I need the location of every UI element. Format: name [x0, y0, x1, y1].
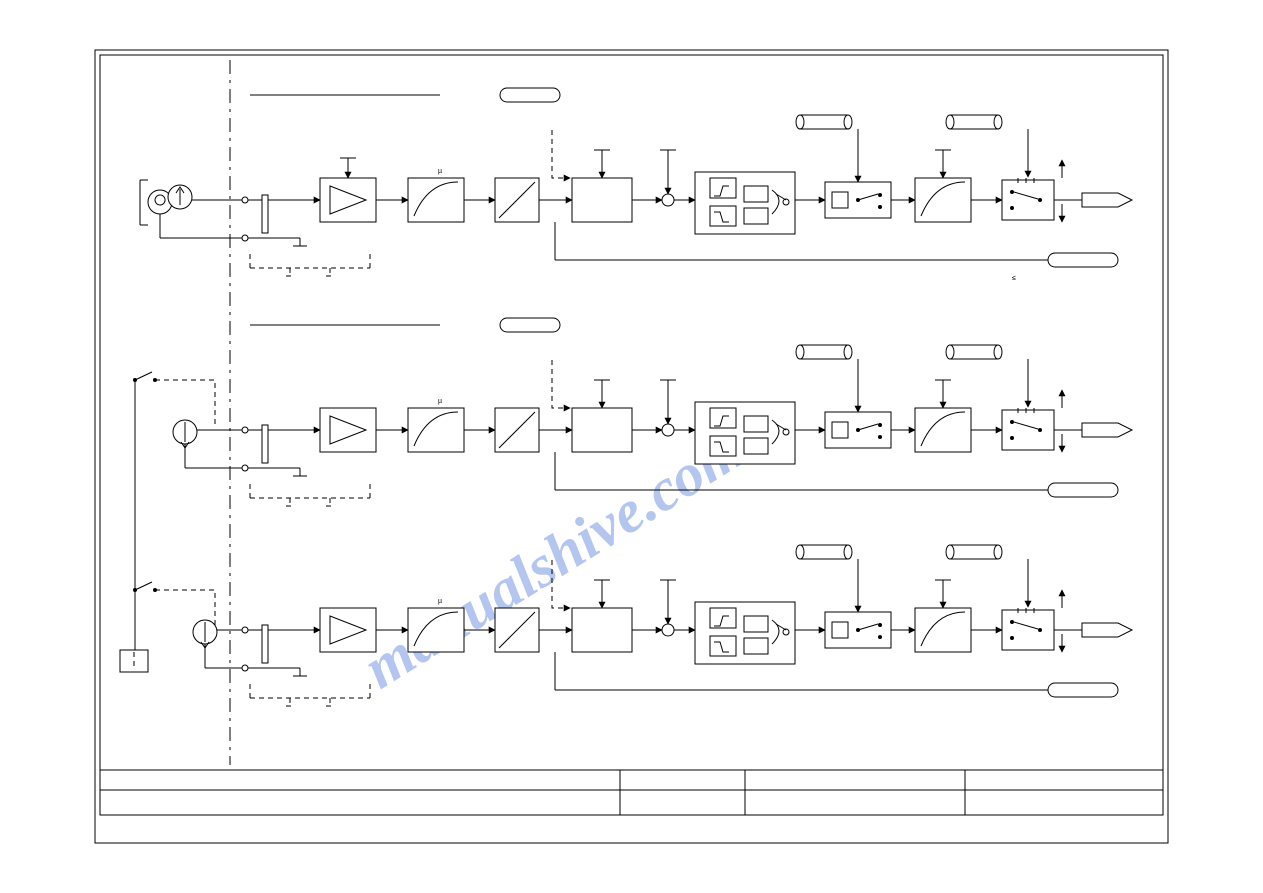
svg-text:µ: µ — [438, 398, 442, 405]
output-tag — [1082, 193, 1132, 207]
source-cyl-out — [946, 115, 1002, 129]
terminal-in-hi — [242, 197, 248, 203]
source-cyl-top — [796, 115, 852, 129]
chip-label — [500, 88, 560, 102]
hold-block — [572, 178, 632, 222]
status-note: ≤ — [1012, 275, 1016, 282]
amplifier-block — [320, 178, 376, 222]
channel-3: µ — [193, 545, 1132, 706]
svg-text:µ: µ — [438, 598, 442, 605]
schematic-canvas: manualshive.com µ — [0, 0, 1263, 893]
lowpass2-block — [915, 178, 971, 222]
status-pill — [1048, 253, 1118, 267]
terminal-in-lo — [242, 235, 248, 241]
output-switch-block — [1002, 180, 1054, 220]
sum-node — [662, 194, 674, 206]
lowpass-block — [408, 178, 464, 222]
channel-1: µ — [140, 88, 1132, 282]
shunt-resistor — [262, 195, 268, 233]
filter-note: µ — [438, 168, 442, 175]
sensor-input — [140, 180, 192, 225]
